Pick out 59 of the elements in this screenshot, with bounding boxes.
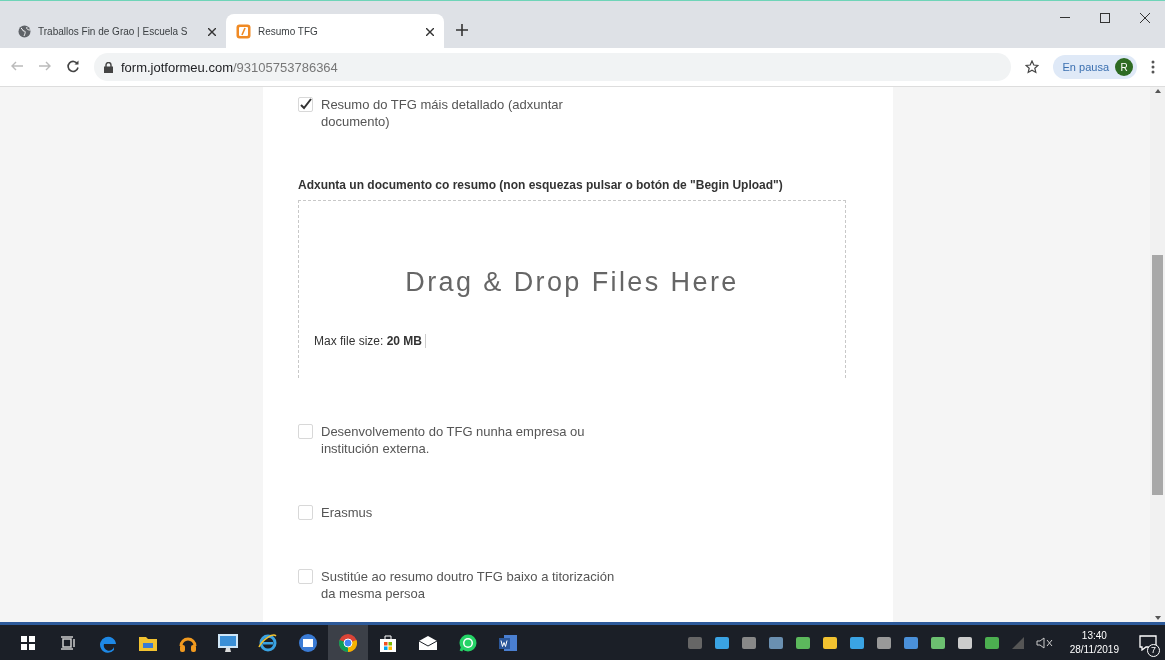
shopping-bag-icon <box>378 632 398 653</box>
tab-title: Resumo TFG <box>258 25 319 37</box>
close-icon <box>208 27 216 36</box>
address-bar[interactable]: form.jotformeu.com/93105753786364 <box>94 53 1011 81</box>
profile-button[interactable]: En pausa R <box>1052 55 1137 79</box>
field-label: Adxunta un documento co resumo (non esquezas pulsar o botón de "Begin Upload") <box>298 178 784 192</box>
clock[interactable]: 13:40 28/11/2019 <box>1069 628 1119 657</box>
checkbox-label: Desenvolvemento do TFG nunha empresa ou institución externa. <box>320 423 586 457</box>
tray-icon[interactable] <box>767 634 784 651</box>
scroll-down-icon[interactable] <box>1153 614 1162 622</box>
scrollbar[interactable] <box>1150 87 1165 622</box>
file-size-note: Max file size: 20 MB <box>314 334 427 348</box>
menu-icon[interactable] <box>1151 60 1155 74</box>
browser-tab[interactable]: Resumo TFG <box>226 14 444 48</box>
tray-icon[interactable] <box>848 634 865 651</box>
checkbox[interactable] <box>298 424 313 439</box>
envelope-icon <box>418 634 438 651</box>
ie-icon <box>258 632 278 653</box>
chrome-icon <box>338 632 358 653</box>
start-icon <box>20 634 36 651</box>
tray-icon[interactable] <box>713 634 730 651</box>
lock-icon <box>104 61 113 73</box>
browser-tab[interactable]: Traballos Fin de Grao | Escuela S <box>8 14 226 48</box>
plus-icon <box>456 24 468 36</box>
checkbox[interactable] <box>298 97 313 112</box>
tray-icon[interactable] <box>821 634 838 651</box>
globe-icon <box>18 24 31 38</box>
taskbar-app-button[interactable] <box>328 625 368 660</box>
drop-zone[interactable]: Drag & Drop Files Here Max file size: 20 MB <box>298 200 846 378</box>
tray-icon[interactable] <box>902 634 919 651</box>
tab-title: Traballos Fin de Grao | Escuela S <box>38 25 189 37</box>
mail-icon <box>298 632 318 653</box>
close-icon <box>426 27 434 36</box>
notification-icon <box>1139 634 1157 651</box>
form-logo-icon <box>236 23 251 39</box>
tray-icon[interactable] <box>983 634 1000 651</box>
chat-icon <box>458 632 478 653</box>
avatar-icon: R <box>1115 58 1133 76</box>
drop-text: Drag & Drop Files Here <box>405 267 739 298</box>
checkbox-label: Erasmus <box>320 504 374 521</box>
checkbox-label: Resumo do TFG máis detallado (adxuntar documento) <box>320 96 564 130</box>
task-view-icon <box>60 635 76 650</box>
notification-button[interactable]: 7 <box>1131 625 1165 660</box>
minimize-icon <box>1060 17 1070 19</box>
word-icon <box>498 632 518 653</box>
maximize-icon <box>1100 13 1110 23</box>
star-icon[interactable] <box>1024 60 1039 74</box>
close-icon <box>1140 13 1150 23</box>
monitor-icon <box>217 632 239 653</box>
checkbox[interactable] <box>298 505 313 520</box>
tray-icon[interactable] <box>929 634 946 651</box>
tray-icon[interactable] <box>794 634 811 651</box>
tray-icon[interactable] <box>956 634 973 651</box>
tray-icon[interactable] <box>875 634 892 651</box>
checkbox-label: Sustitúe ao resumo doutro TFG baixo a titorización da mesma persoa <box>320 568 616 602</box>
url-text: form.jotformeu.com/93105753786364 <box>121 59 338 75</box>
tray-icon[interactable] <box>740 634 757 651</box>
checkbox[interactable] <box>298 569 313 584</box>
muted-speaker-icon[interactable] <box>1035 635 1054 650</box>
